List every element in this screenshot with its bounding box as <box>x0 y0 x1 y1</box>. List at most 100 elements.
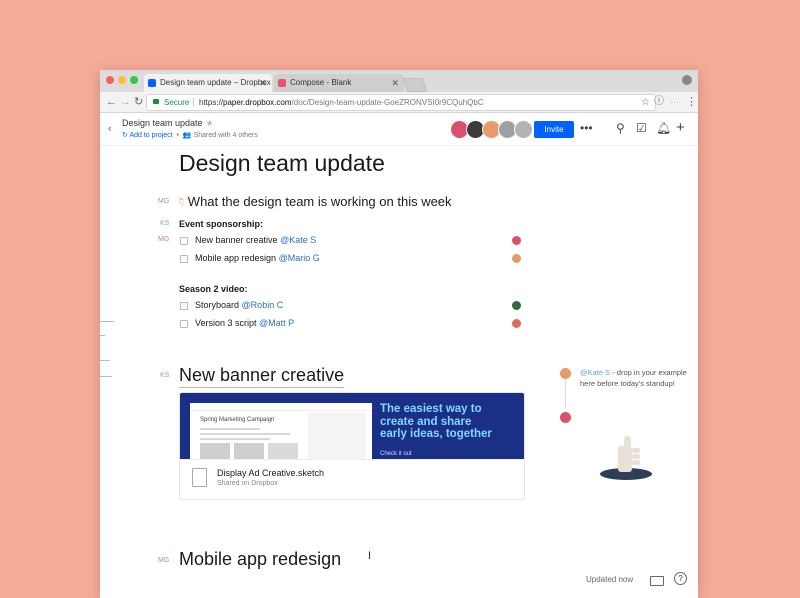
minimize-window-button[interactable] <box>118 76 126 84</box>
preview-page: Spring Marketing Campaign <box>190 403 372 459</box>
pointing-hand-icon: 👇︎ <box>179 195 185 209</box>
tab-bar: Design team update – Dropbox ✕ Compose -… <box>100 70 698 92</box>
invite-button[interactable]: Invite <box>534 121 574 138</box>
preview-thumbnail <box>200 443 230 459</box>
author-initials: MG <box>158 198 170 205</box>
promo-line: early ideas, together <box>380 428 492 440</box>
plus-icon[interactable]: + <box>676 120 685 136</box>
event-sponsorship-heading[interactable]: Event sponsorship: <box>179 219 263 229</box>
back-icon[interactable]: ← <box>106 95 117 109</box>
task-label: Mobile app redesign <box>195 253 277 263</box>
url-path: /doc/Design-team-update-GoeZRONVSI0r9CQu… <box>291 98 484 107</box>
tab-label: Design team update – Dropbox <box>160 78 271 87</box>
lock-icon <box>153 99 159 104</box>
preview-thumbnail <box>268 443 298 459</box>
text-cursor-icon: I <box>368 550 372 562</box>
promo-cta: Check it out <box>380 451 412 457</box>
close-tab-icon[interactable]: ✕ <box>391 74 399 92</box>
updated-status: Updated now <box>586 575 634 584</box>
preview-sidebar <box>308 413 366 459</box>
season2-heading[interactable]: Season 2 video: <box>179 284 248 294</box>
dropbox-icon <box>148 79 156 87</box>
task-checkbox[interactable] <box>180 254 188 263</box>
task-item[interactable]: Version 3 script @Matt P <box>180 318 294 328</box>
task-checkbox[interactable] <box>180 301 188 310</box>
assignee-avatar[interactable] <box>512 301 521 310</box>
comment-text[interactable]: @Kate S - drop in your example here befo… <box>580 367 695 389</box>
address-toolbar: ← → ↻ Secure https://paper.dropbox.com/d… <box>100 92 698 113</box>
task-item[interactable]: New banner creative @Kate S <box>180 235 316 245</box>
close-window-button[interactable] <box>106 76 114 84</box>
author-initials: KS <box>160 372 170 379</box>
checklist-icon[interactable]: ☑ <box>636 120 647 136</box>
preview-line <box>200 438 270 440</box>
section-heading[interactable]: 👇︎ What the design team is working on th… <box>179 194 452 210</box>
mention-link[interactable]: @Mario G <box>279 253 320 263</box>
task-item[interactable]: Mobile app redesign @Mario G <box>180 253 320 263</box>
forward-icon[interactable]: → <box>120 95 131 109</box>
promo-line: create and share <box>380 415 472 428</box>
banner-heading[interactable]: New banner creative <box>179 365 345 388</box>
file-info: Display Ad Creative.sketch Shared on Dro… <box>180 459 524 499</box>
shared-with-text[interactable]: Shared with 4 others <box>194 132 258 139</box>
mention-link[interactable]: @Robin C <box>242 300 284 310</box>
tab-compose-blank[interactable]: Compose - Blank ✕ <box>274 74 404 92</box>
doc-header: ‹ Design team update ★ ↻ Add to project •… <box>100 113 698 146</box>
promo-text: The easiest way to create and share earl… <box>380 403 492 441</box>
file-name[interactable]: Display Ad Creative.sketch <box>217 468 324 478</box>
comment-avatar[interactable] <box>560 368 571 379</box>
preview-thumbnail <box>234 443 264 459</box>
task-checkbox[interactable] <box>180 319 188 328</box>
extension-icon[interactable]: ⋯ <box>670 95 679 109</box>
file-subtitle: Shared on Dropbox <box>217 480 278 487</box>
ellipsis-icon[interactable]: ••• <box>580 120 593 136</box>
avatar[interactable] <box>514 120 533 139</box>
search-icon[interactable]: ⚲ <box>616 120 625 136</box>
mention-link[interactable]: @Kate S <box>280 235 316 245</box>
doc-meta: ↻ Add to project • 👥 Shared with 4 other… <box>122 131 258 139</box>
mobile-heading[interactable]: Mobile app redesign <box>179 549 341 571</box>
author-initials: MG <box>158 557 170 564</box>
help-button[interactable]: ? <box>674 572 687 585</box>
file-preview: Spring Marketing Campaign The easiest wa… <box>180 393 524 459</box>
new-tab-button[interactable] <box>402 78 428 92</box>
bookmark-star-icon[interactable]: ☆ <box>641 95 650 110</box>
close-tab-icon[interactable]: ✕ <box>259 74 267 92</box>
assignee-avatar[interactable] <box>512 254 521 263</box>
back-chevron-icon[interactable]: ‹ <box>108 122 112 136</box>
bell-icon[interactable]: 🔔︎ <box>656 120 671 136</box>
doc-header-title: Design team update ★ <box>122 118 214 129</box>
maximize-window-button[interactable] <box>130 76 138 84</box>
url-text: https://paper.dropbox.com/doc/Design-tea… <box>199 95 484 110</box>
doc-header-title-text: Design team update <box>122 118 203 128</box>
url-host: paper.dropbox.com <box>223 98 292 107</box>
preview-line <box>200 428 260 430</box>
tab-design-team-update[interactable]: Design team update – Dropbox ✕ <box>144 74 272 92</box>
profile-icon[interactable] <box>682 75 692 85</box>
author-initials: KS <box>160 220 170 227</box>
people-icon: 👥 <box>182 132 192 139</box>
sketch-file-icon <box>192 468 207 487</box>
file-embed-card[interactable]: Spring Marketing Campaign The easiest wa… <box>179 392 525 500</box>
assignee-avatar[interactable] <box>512 236 521 245</box>
browser-menu-icon[interactable]: ⋮ <box>686 95 697 109</box>
task-label: Storyboard <box>195 300 240 310</box>
url-prefix: https:// <box>199 98 224 107</box>
reload-icon[interactable]: ↻ <box>134 95 143 109</box>
author-initials: MG <box>158 236 170 243</box>
comment-avatar[interactable] <box>560 412 571 423</box>
comment-mention[interactable]: @Kate S <box>580 368 610 377</box>
task-item[interactable]: Storyboard @Robin C <box>180 300 283 310</box>
favorite-star-icon[interactable]: ★ <box>206 118 214 128</box>
doc-title[interactable]: Design team update <box>179 150 385 177</box>
bullet-separator: • <box>174 132 183 139</box>
mention-link[interactable]: @Matt P <box>259 318 294 328</box>
add-to-project-link[interactable]: ↻ Add to project <box>122 132 173 139</box>
url-bar[interactable]: Secure https://paper.dropbox.com/doc/Des… <box>146 94 656 111</box>
assignee-avatar[interactable] <box>512 319 521 328</box>
comment-thread-line <box>565 381 566 409</box>
keyboard-shortcuts-icon[interactable] <box>650 576 664 586</box>
add-to-project-label: Add to project <box>129 132 173 139</box>
info-icon[interactable]: ⓘ <box>654 95 664 109</box>
task-checkbox[interactable] <box>180 236 188 245</box>
